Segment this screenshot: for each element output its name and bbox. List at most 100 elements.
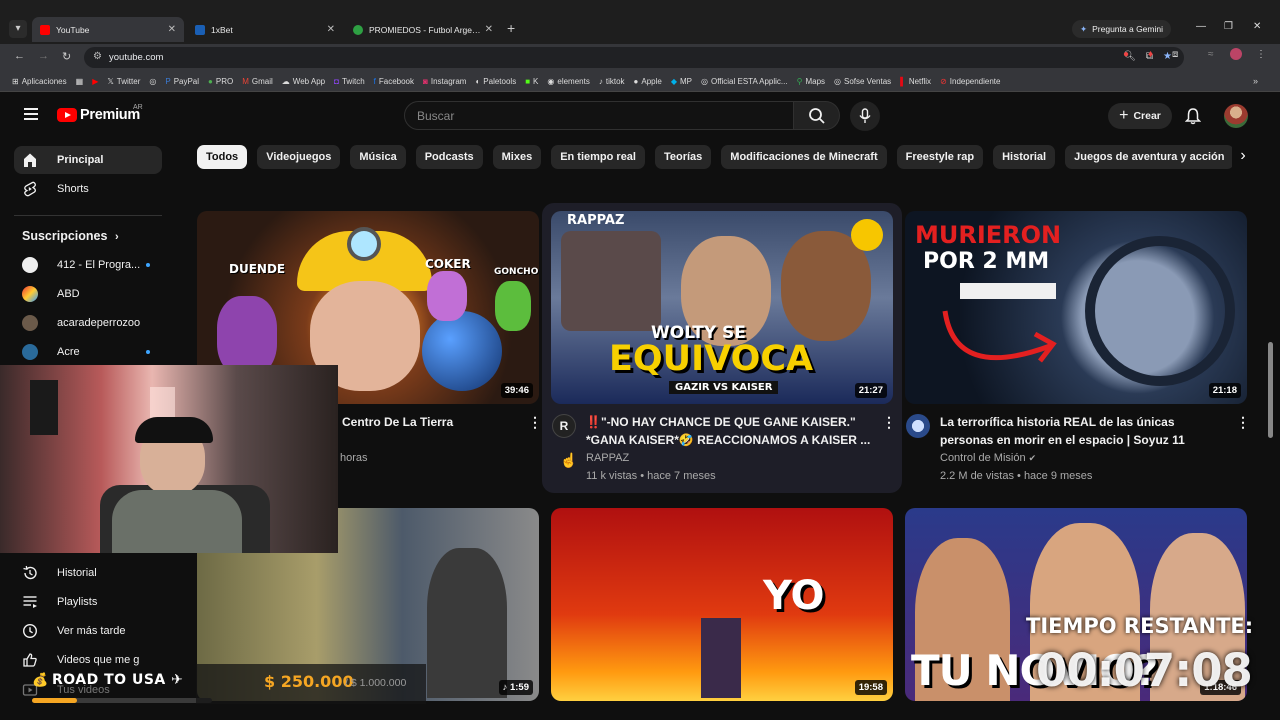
search-input[interactable]: Buscar (404, 101, 794, 130)
address-bar[interactable]: ⚙ youtube.com 🔍︎ ⧉ ★ (84, 47, 1184, 68)
youtube-logo-icon[interactable] (57, 108, 77, 122)
bookmark-star-icon[interactable]: ★ (1163, 51, 1172, 62)
sidebar-item-subscription[interactable]: ABD (14, 280, 162, 308)
bookmark[interactable]: ◘ Twitch (334, 77, 365, 86)
more-actions-icon[interactable]: ⋮ (882, 414, 896, 431)
bookmark[interactable]: ● PRO (208, 77, 233, 86)
youtube-header: Premium AR Buscar + Crear (0, 93, 1280, 139)
browser-menu-icon[interactable]: ⋮ (1256, 49, 1266, 60)
chip[interactable]: Historial (993, 145, 1056, 169)
bookmark[interactable]: f Facebook (374, 77, 414, 86)
close-icon[interactable]: ✕ (327, 24, 335, 35)
tab-promiedos[interactable]: PROMIEDOS - Futbol Argentino ✕ (345, 17, 501, 42)
channel-avatar[interactable] (906, 414, 930, 438)
close-icon[interactable]: ✕ (485, 24, 493, 35)
tab-search-button[interactable]: ▾ (9, 20, 27, 38)
bookmark[interactable]: 𝕏 Twitter (107, 77, 140, 86)
reload-icon[interactable]: ↻ (62, 50, 71, 63)
bookmark[interactable]: ▌ Netflix (900, 77, 931, 86)
video-title[interactable]: La terrorífica historia REAL de las únic… (940, 413, 1175, 431)
create-button[interactable]: + Crear (1108, 103, 1172, 129)
chip[interactable]: En tiempo real (551, 145, 645, 169)
tab-youtube[interactable]: YouTube ✕ (32, 17, 184, 42)
voice-search-button[interactable] (850, 101, 880, 131)
chip[interactable]: Videojuegos (257, 145, 341, 169)
profile-avatar[interactable] (1230, 48, 1242, 60)
sidebar-item-historial[interactable]: Historial (14, 559, 162, 587)
helmet-lamp-icon (347, 227, 381, 261)
chip[interactable]: Freestyle rap (896, 145, 984, 169)
avatar[interactable] (1224, 104, 1248, 128)
bookmark[interactable]: ◐ Paletools (475, 77, 516, 86)
sidebar-item-subscription[interactable]: Acre (14, 338, 162, 366)
bookmark[interactable]: ♪ tiktok (599, 77, 625, 86)
bookmark[interactable]: ⚲ Maps (797, 77, 825, 86)
bookmark[interactable]: ● Apple (634, 77, 662, 86)
site-info-icon[interactable]: ⚙ (93, 51, 102, 62)
circle-icon: ◎ (149, 76, 157, 86)
more-actions-icon[interactable]: ⋮ (528, 414, 542, 431)
chip[interactable]: Todos (197, 145, 248, 169)
chip[interactable]: Música (350, 145, 406, 169)
notifications-bell-icon[interactable] (1185, 107, 1201, 125)
scrollbar[interactable] (1268, 342, 1273, 438)
extension-icon[interactable]: ≈ (1208, 49, 1214, 60)
chip[interactable]: Podcasts (415, 145, 483, 169)
bookmark[interactable]: ◎ Sofse Ventas (834, 77, 891, 86)
gemini-button[interactable]: ✦ Pregunta a Gemini (1072, 20, 1171, 38)
chip[interactable]: Mixes (492, 145, 542, 169)
bookmark[interactable]: ⊞ Aplicaciones (12, 77, 67, 86)
bookmark[interactable]: M Gmail (242, 77, 273, 86)
menu-icon[interactable] (24, 108, 38, 120)
bookmark[interactable]: ◎ (149, 77, 156, 86)
bookmark[interactable]: ▶ (92, 77, 98, 86)
sidebar-item-ver-mas-tarde[interactable]: Ver más tarde (14, 617, 162, 645)
arrow-icon (942, 310, 1057, 363)
forward-icon[interactable]: → (38, 50, 49, 62)
window-close-icon[interactable]: ✕ (1253, 21, 1261, 32)
video-title[interactable]: *GANA KAISER*🤣 REACCIONAMOS A KAISER ... (586, 431, 876, 449)
more-actions-icon[interactable]: ⋮ (1236, 414, 1250, 431)
maximize-icon[interactable]: ❐ (1224, 21, 1233, 32)
bookmark-label: Facebook (378, 76, 415, 86)
sidebar-item-subscription[interactable]: acaradeperrozoo (14, 309, 162, 337)
bookmark[interactable]: ◉ elements (547, 77, 589, 86)
chip[interactable]: Modificaciones de Minecraft (721, 145, 887, 169)
channel-avatar[interactable]: R (552, 414, 576, 438)
new-tab-button[interactable]: + (507, 20, 515, 36)
video-thumbnail[interactable]: YO 19:58 (551, 508, 893, 701)
video-title[interactable]: ‼️"-NO HAY CHANCE DE QUE GANE KAISER." (586, 413, 876, 431)
extension-icon[interactable]: ● (1123, 49, 1129, 60)
channel-name[interactable]: Control de Misión ✔ (940, 449, 1036, 467)
bookmark[interactable]: ■ K (525, 77, 538, 86)
extensions-puzzle-icon[interactable]: ⧈ (1172, 49, 1178, 60)
chip[interactable]: Juegos de aventura y acción (1065, 145, 1234, 169)
video-title[interactable]: Centro De La Tierra (342, 413, 453, 431)
back-icon[interactable]: ← (14, 50, 25, 62)
bookmark[interactable]: ◆ MP (671, 77, 692, 86)
minimize-icon[interactable]: — (1196, 21, 1206, 32)
bookmark[interactable]: ☁ Web App (282, 77, 325, 86)
chip[interactable]: Teorías (654, 145, 712, 169)
subscriptions-heading[interactable]: Suscripciones › (22, 229, 119, 243)
sidebar-item-shorts[interactable]: Shorts (14, 175, 162, 203)
sidebar-item-subscription[interactable]: 412 - El Progra... (14, 251, 162, 279)
bookmark[interactable]: ◙ Instagram (423, 77, 466, 86)
maps-icon: ⚲ (796, 76, 803, 86)
video-thumbnail[interactable]: MURIERON POR 2 MM 21:18 (905, 211, 1247, 404)
bookmark[interactable]: ⊘ Independiente (940, 77, 1000, 86)
sidebar-item-playlists[interactable]: Playlists (14, 588, 162, 616)
extension-icon[interactable]: ♦ (1148, 49, 1153, 60)
bookmark[interactable]: ◎ Official ESTA Applic... (701, 77, 788, 86)
channel-name[interactable]: RAPPAZ (586, 449, 629, 467)
more-bookmarks-icon[interactable]: » (1253, 76, 1258, 86)
chevron-right-icon[interactable]: › (1232, 145, 1254, 169)
bookmark[interactable]: P PayPal (165, 77, 199, 86)
close-icon[interactable]: ✕ (168, 24, 176, 35)
sidebar-item-principal[interactable]: Principal (14, 146, 162, 174)
video-title[interactable]: personas en morir en el espacio | Soyuz … (940, 431, 1185, 449)
search-button[interactable] (794, 101, 840, 130)
video-thumbnail[interactable]: RAPPAZ WOLTY SE EQUIVOCA GAZIR VS KAISER… (551, 211, 893, 404)
tab-1xbet[interactable]: 1xBet ✕ (187, 17, 343, 42)
bookmark[interactable]: ▦ (76, 77, 84, 86)
